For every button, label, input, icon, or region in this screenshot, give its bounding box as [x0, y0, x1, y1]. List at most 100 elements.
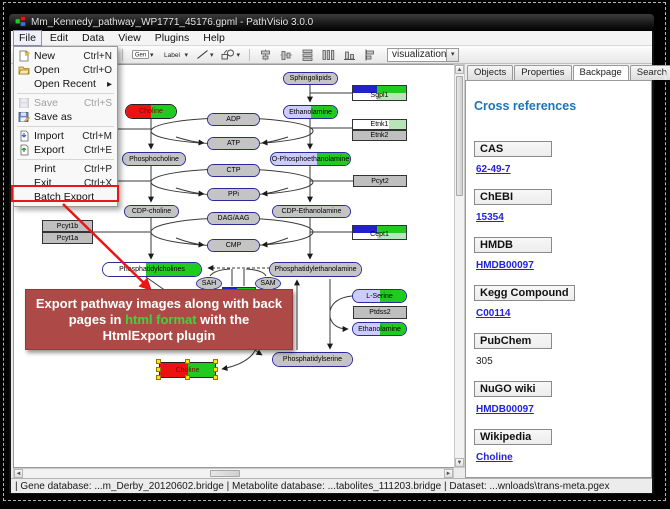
- visualization-dropdown-arrow-icon[interactable]: ▾: [446, 49, 458, 61]
- file-menu-item-export[interactable]: ExportCtrl+E: [14, 143, 117, 157]
- tab-objects[interactable]: Objects: [467, 65, 513, 80]
- menu-help[interactable]: Help: [197, 30, 231, 46]
- pathway-node-phosphatidylserine[interactable]: Phosphatidylserine: [272, 352, 353, 367]
- scroll-down-icon[interactable]: ▼: [455, 458, 464, 467]
- svg-text:Gen: Gen: [135, 53, 146, 59]
- tab-properties[interactable]: Properties: [514, 65, 571, 80]
- pathway-node-atp[interactable]: ATP: [207, 137, 260, 150]
- file-menu-item-import[interactable]: ImportCtrl+M: [14, 129, 117, 143]
- pathway-node-l-serine[interactable]: L-Serine: [352, 289, 407, 303]
- label-tool-button[interactable]: Label▾: [158, 47, 191, 63]
- cross-reference-hmdb: HMDBHMDB00097: [474, 235, 643, 271]
- pathway-node-phosphatidylcholines[interactable]: Phosphatidylcholines: [102, 262, 202, 277]
- pathway-node-sgpl1[interactable]: Sgpl1: [352, 85, 407, 101]
- menu-item-label: Open: [34, 64, 60, 76]
- pathway-node-choline[interactable]: Choline: [125, 104, 177, 119]
- pathway-node-adp[interactable]: ADP: [207, 113, 260, 126]
- align-center-y-icon: [280, 49, 293, 61]
- align-center-y-button[interactable]: [277, 47, 296, 63]
- menu-file[interactable]: File: [13, 30, 42, 46]
- scroll-up-icon[interactable]: ▲: [455, 65, 464, 74]
- pathway-node-ethanolamine[interactable]: Ethanolamine: [283, 105, 338, 119]
- align-left-button[interactable]: [361, 47, 380, 63]
- node-label: ATP: [208, 138, 259, 149]
- selection-handle[interactable]: [185, 375, 190, 380]
- align-center-x-button[interactable]: [256, 47, 275, 63]
- file-menu-item-print[interactable]: PrintCtrl+P: [14, 162, 117, 176]
- pathway-node-pcyt2[interactable]: Pcyt2: [353, 175, 407, 187]
- line-tool-dropdown-arrow-icon[interactable]: ▾: [210, 51, 214, 59]
- label-tool-dropdown-arrow-icon[interactable]: ▾: [184, 51, 188, 59]
- menu-shortcut: Ctrl+S: [84, 98, 112, 109]
- cross-reference-wikipedia: Wikipedia Choline: [474, 427, 643, 463]
- reference-link[interactable]: Choline: [476, 452, 513, 463]
- reference-link[interactable]: 62-49-7: [476, 164, 510, 175]
- selection-handle[interactable]: [213, 375, 218, 380]
- menu-edit[interactable]: Edit: [44, 30, 74, 46]
- pathway-node-ppi[interactable]: PPi: [207, 188, 260, 201]
- pathway-node-ethanolamine[interactable]: Ethanolamine: [352, 322, 407, 336]
- pathway-node-cdp-choline[interactable]: CDP-choline: [124, 205, 179, 218]
- align-bottom-button[interactable]: [340, 47, 359, 63]
- pathway-edge[interactable]: [330, 296, 352, 311]
- file-menu-item-open-recent[interactable]: Open Recent▸: [14, 77, 117, 91]
- reference-link[interactable]: HMDB00097: [476, 260, 534, 271]
- tab-backpage[interactable]: Backpage: [573, 65, 629, 81]
- tab-search[interactable]: Search: [630, 65, 670, 80]
- pathway-node-ctp[interactable]: CTP: [207, 164, 260, 177]
- horizontal-scroll-thumb[interactable]: [210, 470, 240, 477]
- pathway-node-etnk2[interactable]: Etnk2: [352, 130, 407, 141]
- reference-link[interactable]: HMDB00097: [476, 404, 534, 415]
- visualization-combobox[interactable]: visualization ▾: [387, 48, 459, 62]
- no-icon: [17, 78, 31, 90]
- pathway-edge[interactable]: [210, 269, 230, 276]
- gene-node-tool-button[interactable]: Gen ▾: [129, 47, 157, 63]
- line-tool-button[interactable]: ▾: [193, 47, 217, 63]
- pathway-node-cmp[interactable]: CMP: [207, 239, 260, 252]
- scroll-right-icon[interactable]: ►: [444, 469, 453, 478]
- pathway-node-pcyt1b[interactable]: Pcyt1b: [42, 220, 93, 232]
- pathway-node-dag-aag[interactable]: DAG/AAG: [207, 212, 260, 225]
- reference-source-header: CAS: [474, 141, 552, 157]
- menu-view[interactable]: View: [112, 30, 147, 46]
- scroll-left-icon[interactable]: ◄: [14, 469, 23, 478]
- selection-handle[interactable]: [156, 367, 161, 372]
- pathway-edge[interactable]: [330, 317, 348, 329]
- pathway-node-pcyt1a[interactable]: Pcyt1a: [42, 232, 93, 244]
- pathway-node-phosphatidylethanolamine[interactable]: Phosphatidylethanolamine: [269, 262, 362, 277]
- shape-tool-dropdown-arrow-icon[interactable]: ▾: [236, 51, 240, 59]
- canvas-vertical-scrollbar[interactable]: ▲ ▼: [454, 64, 465, 468]
- file-menu-item-new[interactable]: NewCtrl+N: [14, 49, 117, 63]
- pathway-node-ptdss2[interactable]: Ptdss2: [353, 306, 407, 319]
- distribute-horizontal-button[interactable]: [319, 47, 338, 63]
- file-menu-item-save-as[interactable]: Save as: [14, 110, 117, 124]
- reference-source-header: Wikipedia: [474, 429, 552, 445]
- side-panel-tabs: ObjectsPropertiesBackpageSearchLegend: [465, 64, 652, 80]
- selection-handle[interactable]: [213, 359, 218, 364]
- file-menu-item-open[interactable]: OpenCtrl+O: [14, 63, 117, 77]
- line-tool-icon: [196, 49, 209, 60]
- reference-link[interactable]: 15354: [476, 212, 504, 223]
- file-menu-item-save[interactable]: SaveCtrl+S: [14, 96, 117, 110]
- pathway-node-phosphocholine[interactable]: Phosphocholine: [122, 152, 186, 166]
- pathway-node-sphingolipids[interactable]: Sphingolipids: [283, 72, 338, 85]
- pathway-node-etnk1[interactable]: Etnk1: [352, 119, 407, 130]
- title-bar[interactable]: Mm_Kennedy_pathway_WP1771_45176.gpml - P…: [9, 14, 654, 31]
- distribute-vertical-button[interactable]: [298, 47, 317, 63]
- menu-data[interactable]: Data: [76, 30, 110, 46]
- pathway-node-cdp-ethanolamine[interactable]: CDP-Ethanolamine: [272, 205, 351, 218]
- menu-plugins[interactable]: Plugins: [149, 30, 195, 46]
- save-icon: [17, 97, 31, 109]
- shape-tool-button[interactable]: ▾: [218, 47, 243, 63]
- selection-handle[interactable]: [156, 359, 161, 364]
- pathway-node-cept1[interactable]: Cept1: [352, 225, 407, 240]
- node-label: Ptdss2: [354, 307, 406, 318]
- gene-node-tool-dropdown-arrow-icon[interactable]: ▾: [150, 51, 154, 59]
- selection-handle[interactable]: [185, 359, 190, 364]
- pathway-node-o-phosphoethanolamine[interactable]: O-Phosphoethanolamine: [270, 152, 351, 166]
- selection-handle[interactable]: [213, 367, 218, 372]
- pathway-edge[interactable]: [246, 269, 266, 276]
- vertical-scroll-thumb[interactable]: [456, 76, 463, 196]
- selection-handle[interactable]: [156, 375, 161, 380]
- reference-link[interactable]: C00114: [476, 308, 510, 319]
